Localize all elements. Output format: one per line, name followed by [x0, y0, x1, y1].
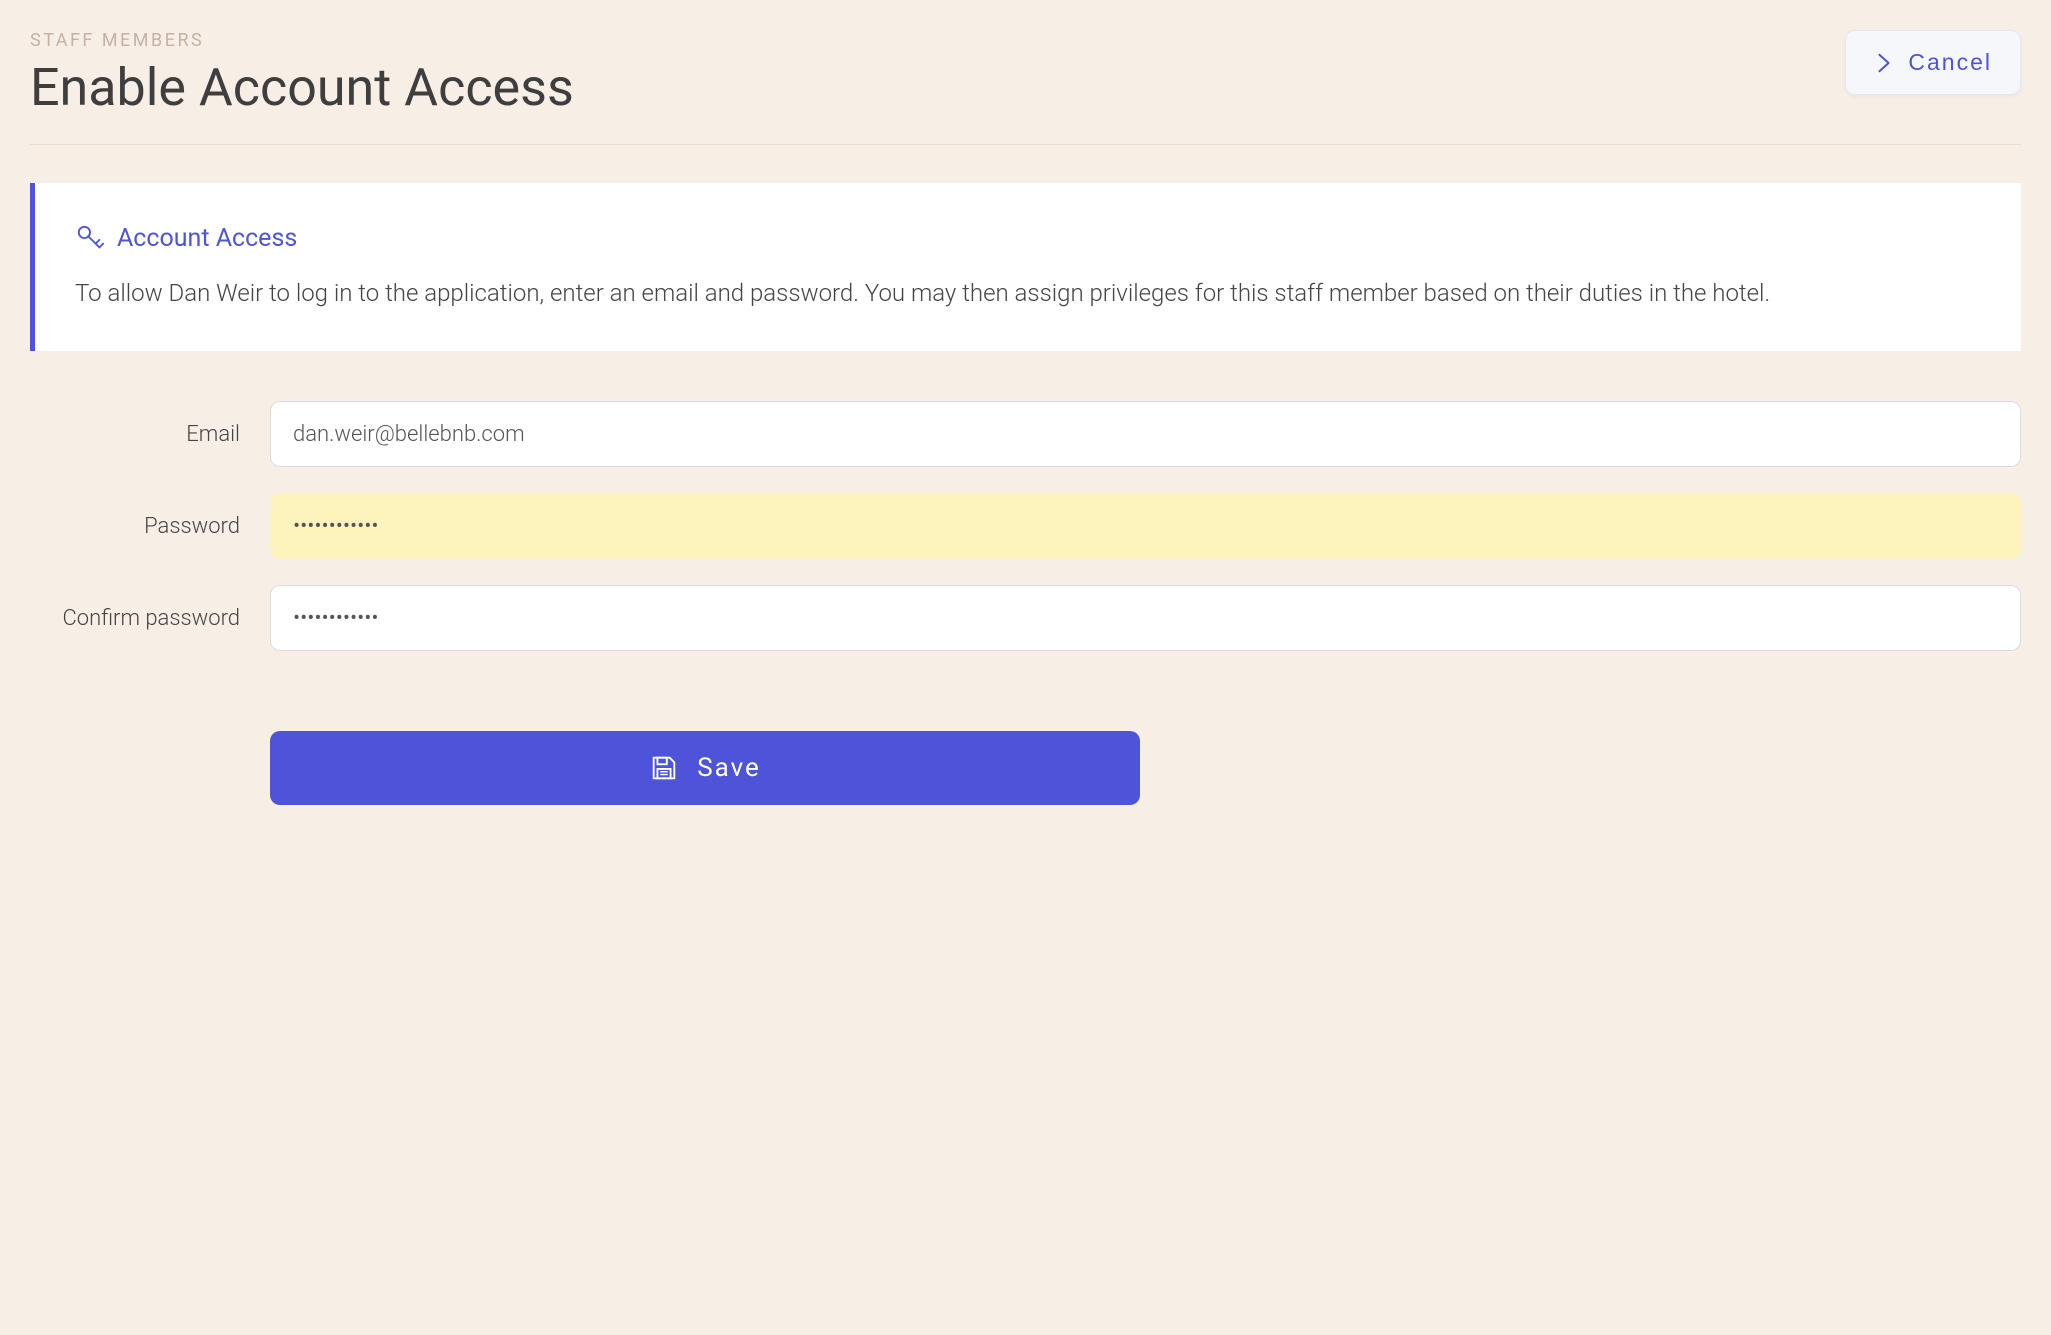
password-label: Password — [30, 514, 270, 539]
cancel-button-label: Cancel — [1908, 49, 1992, 76]
key-icon — [75, 223, 105, 253]
chevron-right-icon — [1874, 52, 1894, 74]
confirm-password-field[interactable] — [270, 585, 2021, 651]
header-text-block: STAFF MEMBERS Enable Account Access — [30, 30, 1845, 116]
password-field[interactable] — [270, 493, 2021, 559]
button-row: Save — [30, 731, 2021, 805]
cancel-button[interactable]: Cancel — [1845, 30, 2021, 95]
account-access-info-panel: Account Access To allow Dan Weir to log … — [30, 183, 2021, 351]
email-field[interactable] — [270, 401, 2021, 467]
account-access-form: Email Password Confirm password Save — [30, 401, 2021, 805]
info-panel-title: Account Access — [117, 224, 297, 253]
password-row: Password — [30, 493, 2021, 559]
breadcrumb: STAFF MEMBERS — [30, 30, 1845, 51]
confirm-password-label: Confirm password — [30, 606, 270, 631]
button-row-spacer — [30, 731, 270, 805]
page-title: Enable Account Access — [30, 59, 1845, 116]
info-panel-header: Account Access — [75, 223, 1981, 253]
info-panel-body: To allow Dan Weir to log in to the appli… — [75, 275, 1981, 311]
header-divider — [30, 144, 2021, 145]
save-icon — [649, 753, 679, 783]
email-label: Email — [30, 422, 270, 447]
confirm-password-row: Confirm password — [30, 585, 2021, 651]
page-header: STAFF MEMBERS Enable Account Access Canc… — [30, 30, 2021, 116]
save-button[interactable]: Save — [270, 731, 1140, 805]
email-row: Email — [30, 401, 2021, 467]
save-button-label: Save — [697, 753, 761, 783]
